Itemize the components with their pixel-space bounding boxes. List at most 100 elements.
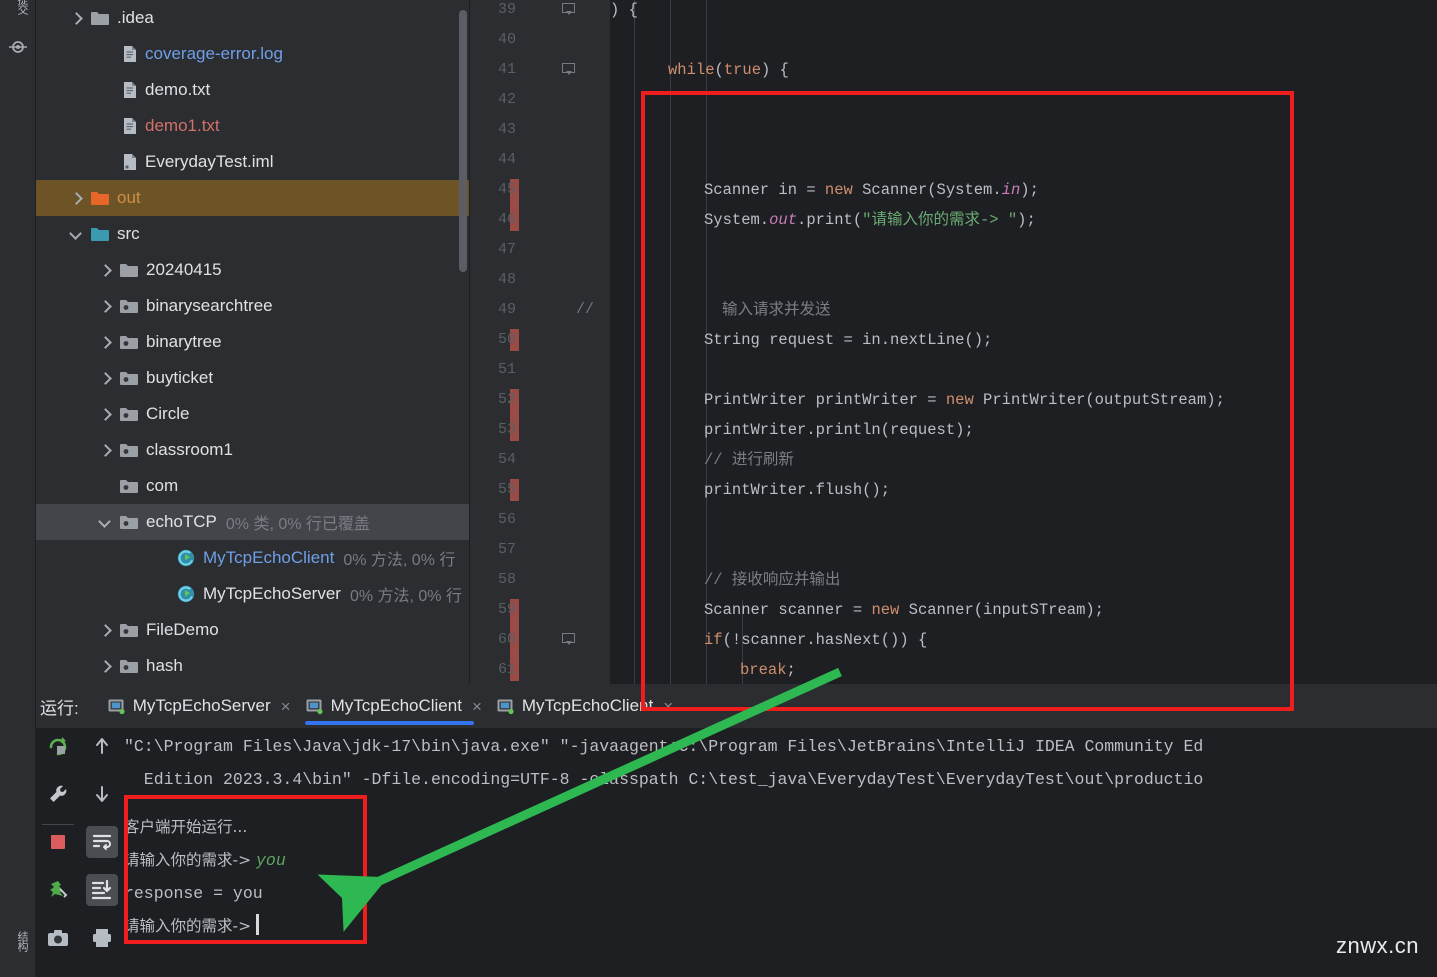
chevron-right-icon[interactable] [98, 658, 114, 674]
code-line[interactable]: // 接收响应并输出 [704, 565, 840, 595]
structure-tool-label[interactable]: 结构 [4, 931, 30, 971]
down-button[interactable] [86, 778, 118, 810]
tree-item-demo1-txt[interactable]: demo1.txt [36, 108, 470, 144]
rerun-button[interactable] [42, 730, 74, 762]
tree-item-hash[interactable]: hash [36, 648, 470, 684]
code-line[interactable]: printWriter.println(request); [704, 415, 974, 445]
print-button[interactable] [86, 922, 118, 954]
file-text-icon [124, 82, 136, 98]
code-fold-icon[interactable] [562, 3, 575, 15]
code-line[interactable]: String request = in.nextLine(); [704, 325, 992, 355]
code-line[interactable]: Scanner scanner = new Scanner(inputSTrea… [704, 595, 1104, 625]
code-editor[interactable]: 39 40 41 42 43 44 45 46 47 48 49 50 51 52 53 54 55 56 57 58… [470, 0, 1437, 684]
run-tab-MyTcpEchoClient[interactable]: MyTcpEchoClient × [297, 684, 488, 728]
close-icon[interactable]: × [663, 698, 673, 715]
up-button[interactable] [86, 730, 118, 762]
run-panel-label: 运行: [40, 698, 79, 718]
line-number: 54 [497, 451, 516, 468]
scroll-to-end-button[interactable] [86, 874, 118, 906]
tree-item-echotcp[interactable]: echoTCP 0% 类, 0% 行已覆盖 [36, 504, 470, 540]
console-line: 请输入你的需求-> [124, 910, 260, 943]
tree-item-label: MyTcpEchoServer [203, 584, 341, 603]
console-output[interactable]: "C:\Program Files\Java\jdk-17\bin\java.e… [124, 728, 1437, 977]
project-tree[interactable]: .idea coverage-error.log demo.txt demo1.txt… [36, 0, 470, 684]
code-line[interactable]: // 进行刷新 [704, 445, 794, 475]
code-token: while [668, 61, 715, 79]
chevron-down-icon[interactable] [98, 514, 114, 530]
code-fold-icon[interactable] [562, 633, 575, 645]
console-line: Edition 2023.3.4\bin" -Dfile.encoding=UT… [124, 763, 1203, 796]
chevron-down-icon[interactable] [69, 226, 85, 242]
tree-item-binarysearchtree[interactable]: binarysearchtree [36, 288, 470, 324]
code-line[interactable]: while(true) { [668, 55, 789, 85]
code-token: PrintWriter(outputStream); [973, 391, 1225, 409]
code-line[interactable]: 输入请求并发送 [722, 295, 831, 325]
code-line[interactable]: PrintWriter printWriter = new PrintWrite… [704, 385, 1225, 415]
commit-icon[interactable] [9, 38, 27, 56]
tree-item-com[interactable]: com [36, 468, 470, 504]
tree-item-out[interactable]: out [36, 180, 470, 216]
code-line[interactable]: if(!scanner.hasNext()) { [704, 625, 927, 655]
exit-button[interactable] [42, 970, 74, 977]
tree-item-demo-txt[interactable]: demo.txt [36, 72, 470, 108]
tree-item-coverage-error-log[interactable]: coverage-error.log [36, 36, 470, 72]
coverage-info: 0% 类, 0% 行已覆盖 [225, 516, 370, 533]
tree-item-20240415[interactable]: 20240415 [36, 252, 470, 288]
chevron-right-icon[interactable] [98, 334, 114, 350]
watermark: znwx.cn [1336, 933, 1419, 958]
line-number: 53 [497, 421, 516, 438]
tree-item-circle[interactable]: Circle [36, 396, 470, 432]
coverage-icon [50, 881, 68, 898]
chevron-right-icon[interactable] [69, 190, 85, 206]
run-tab-bar[interactable]: 运行: MyTcpEchoServer × MyTcpEchoClient × MyTc… [36, 684, 1437, 728]
stop-button[interactable] [42, 826, 74, 858]
project-tree-scrollbar[interactable] [459, 10, 467, 272]
folder-pkg-icon [120, 443, 138, 457]
tree-item-buyticket[interactable]: buyticket [36, 360, 470, 396]
rerun-failed-button[interactable] [42, 874, 74, 906]
code-line[interactable]: break; [740, 655, 796, 685]
chevron-right-icon[interactable] [98, 370, 114, 386]
soft-wrap-button[interactable] [86, 826, 118, 858]
code-line[interactable]: ) { [610, 0, 638, 25]
editor-gutter[interactable]: 39 40 41 42 43 44 45 46 47 48 49 50 51 52 53 54 55 56 57 58… [470, 0, 610, 684]
tree-item-filedemo[interactable]: FileDemo [36, 612, 470, 648]
chevron-right-icon[interactable] [98, 622, 114, 638]
chevron-right-icon[interactable] [98, 298, 114, 314]
code-line[interactable]: printWriter.flush(); [704, 475, 890, 505]
close-icon[interactable]: × [472, 698, 482, 715]
tree-item-mytcpechoserver[interactable]: MyTcpEchoServer 0% 方法, 0% 行 [36, 576, 470, 612]
tree-item-binarytree[interactable]: binarytree [36, 324, 470, 360]
tree-item-everydaytest-iml[interactable]: EverydayTest.iml [36, 144, 470, 180]
tree-item-classroom1[interactable]: classroom1 [36, 432, 470, 468]
code-line[interactable]: System.out.print("请输入你的需求-> "); [704, 205, 1036, 235]
settings-button[interactable] [42, 778, 74, 810]
run-tab-MyTcpEchoServer[interactable]: MyTcpEchoServer × [99, 684, 297, 728]
code-content[interactable]: ) { while(true) { Scanner in = new Scanner… [610, 0, 1437, 684]
close-icon[interactable]: × [281, 698, 291, 715]
tree-item-src[interactable]: src [36, 216, 470, 252]
run-tab-MyTcpEchoClient[interactable]: MyTcpEchoClient × [488, 684, 679, 728]
snapshot-button[interactable] [42, 922, 74, 954]
console-prompt: 请输入你的需求-> [124, 917, 257, 935]
chevron-right-icon[interactable] [98, 262, 114, 278]
run-toolbar-right[interactable] [80, 728, 124, 977]
code-line[interactable]: Scanner in = new Scanner(System.in); [704, 175, 1039, 205]
tree-item--idea[interactable]: .idea [36, 0, 470, 36]
code-token: out [769, 211, 798, 229]
tree-item-label: EverydayTest.iml [145, 152, 274, 171]
commit-tool-label[interactable]: 提交 [4, 0, 30, 28]
run-config-icon [497, 699, 514, 715]
code-fold-icon[interactable] [562, 63, 575, 75]
clear-button[interactable] [86, 970, 118, 977]
code-token: Scanner(inputSTream); [899, 601, 1104, 619]
chevron-right-icon[interactable] [98, 406, 114, 422]
file-text-icon [124, 118, 136, 134]
chevron-right-icon[interactable] [69, 10, 85, 26]
chevron-placeholder [101, 46, 117, 62]
tree-item-mytcpechoclient[interactable]: MyTcpEchoClient 0% 方法, 0% 行 [36, 540, 470, 576]
run-tool-window[interactable]: 运行: MyTcpEchoServer × MyTcpEchoClient × MyTc… [36, 684, 1437, 977]
chevron-right-icon[interactable] [98, 442, 114, 458]
run-toolbar-left[interactable] [36, 728, 80, 977]
line-number: 51 [497, 361, 516, 378]
